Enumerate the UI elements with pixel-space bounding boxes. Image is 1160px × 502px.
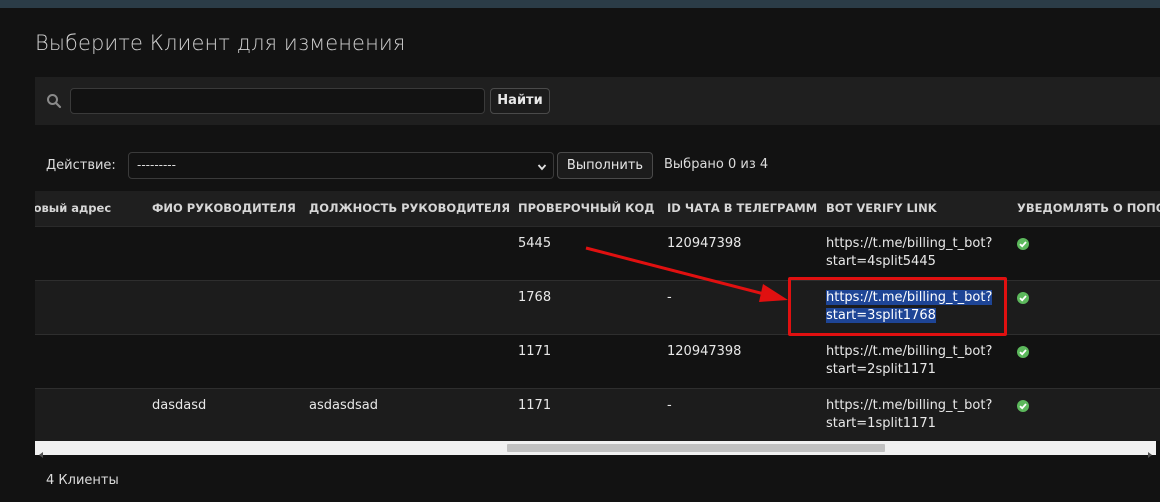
selection-counter: Выбрано 0 из 4: [664, 157, 769, 172]
table-row[interactable]: 1171 120947398 https://t.me/billing_t_bo…: [35, 334, 1160, 389]
check-circle-icon: [1017, 345, 1029, 358]
cell-verify-link: https://t.me/billing_t_bot? start=1split…: [817, 388, 1008, 441]
column-header-head-position[interactable]: Должность руководителя: [300, 191, 509, 227]
cell-notify: [1008, 280, 1160, 335]
action-select-value: ---------: [137, 158, 176, 172]
verify-link-text[interactable]: https://t.me/billing_t_bot? start=2split…: [826, 344, 992, 377]
cell-chat-id: -: [658, 388, 817, 441]
cell-head-position: [300, 334, 509, 389]
cell-verify-link: https://t.me/billing_t_bot? start=4split…: [817, 226, 1008, 281]
cell-email: [35, 226, 143, 281]
cell-email: [35, 388, 143, 441]
cell-verify-link: https://t.me/billing_t_bot? start=2split…: [817, 334, 1008, 389]
cell-chat-id: 120947398: [658, 226, 817, 281]
scroll-right-arrow-icon[interactable]: [1146, 444, 1154, 458]
check-circle-icon: [1017, 237, 1029, 250]
cell-notify: [1008, 334, 1160, 389]
verify-link-text-selected[interactable]: https://t.me/billing_t_bot? start=3split…: [826, 289, 993, 323]
column-header-telegram-chat-id[interactable]: ID чата в телеграмм: [658, 191, 817, 227]
cell-head-position: asdasdsad: [300, 388, 509, 441]
run-action-button[interactable]: Выполнить: [557, 152, 653, 179]
cell-head-name: [143, 226, 300, 281]
horizontal-scrollbar[interactable]: [35, 441, 1156, 458]
cell-code: 5445: [509, 226, 658, 281]
search-bar: Найти: [35, 77, 1160, 125]
verify-link-text[interactable]: https://t.me/billing_t_bot? start=1split…: [826, 398, 992, 431]
actions-bar: Действие: --------- Выполнить Выбрано 0 …: [35, 152, 1160, 180]
verify-link-text[interactable]: https://t.me/billing_t_bot? start=4split…: [826, 236, 992, 269]
search-button[interactable]: Найти: [490, 88, 550, 114]
action-select[interactable]: ---------: [128, 152, 554, 179]
results-count: 4 Клиенты: [46, 473, 119, 488]
column-header-bot-verify-link[interactable]: Bot verify link: [817, 191, 1008, 227]
search-input[interactable]: [70, 88, 485, 114]
search-icon: [46, 93, 62, 109]
cell-verify-link: https://t.me/billing_t_bot? start=3split…: [817, 280, 1008, 335]
cell-head-name: [143, 280, 300, 335]
column-header-verification-code[interactable]: Проверочный код: [509, 191, 658, 227]
cell-code: 1171: [509, 334, 658, 389]
cell-code: 1171: [509, 388, 658, 441]
cell-email: [35, 280, 143, 335]
action-label: Действие:: [46, 158, 116, 173]
check-circle-icon: [1017, 399, 1029, 412]
check-circle-icon: [1017, 291, 1029, 304]
table-row[interactable]: dasdasd asdasdsad 1171 - https://t.me/bi…: [35, 388, 1160, 441]
chevron-down-icon: [537, 161, 547, 171]
cell-notify: [1008, 226, 1160, 281]
cell-notify: [1008, 388, 1160, 441]
cell-head-position: [300, 226, 509, 281]
scrollbar-thumb[interactable]: [507, 444, 885, 452]
cell-head-position: [300, 280, 509, 335]
cell-head-name: [143, 334, 300, 389]
column-header-email[interactable]: нтовый адрес: [35, 191, 143, 227]
cell-chat-id: -: [658, 280, 817, 335]
column-header-head-name[interactable]: ФИО руководителя: [143, 191, 300, 227]
scroll-left-arrow-icon[interactable]: [37, 444, 45, 458]
cell-chat-id: 120947398: [658, 334, 817, 389]
top-bar: [0, 0, 1160, 8]
page-title: Выберите Клиент для изменения: [35, 31, 406, 55]
table-row[interactable]: 1768 - https://t.me/billing_t_bot? start…: [35, 280, 1160, 335]
table-row[interactable]: 5445 120947398 https://t.me/billing_t_bo…: [35, 226, 1160, 281]
results-table-wrapper: нтовый адрес ФИО руководителя Должность …: [35, 191, 1160, 441]
cell-code: 1768: [509, 280, 658, 335]
column-header-notify[interactable]: Уведомлять о попол: [1008, 191, 1160, 227]
results-table: нтовый адрес ФИО руководителя Должность …: [35, 191, 1160, 441]
table-header-row: нтовый адрес ФИО руководителя Должность …: [35, 191, 1160, 227]
cell-head-name: dasdasd: [143, 388, 300, 441]
cell-email: [35, 334, 143, 389]
